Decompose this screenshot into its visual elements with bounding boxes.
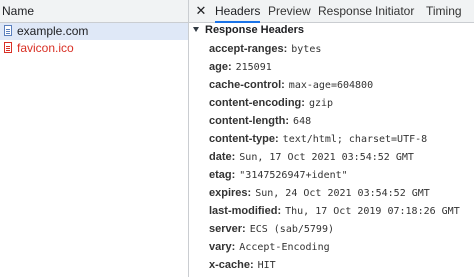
tab-response[interactable]: Response [318, 0, 372, 22]
header-name: content-encoding: [209, 97, 305, 109]
name-column-header[interactable]: Name [0, 0, 188, 23]
header-name: date: [209, 151, 236, 163]
tab-initiator[interactable]: Initiator [375, 0, 414, 22]
header-name: last-modified: [209, 205, 282, 217]
header-name: x-cache: [209, 259, 254, 271]
close-icon[interactable]: ✕ [195, 0, 207, 22]
header-value: text/html; charset=UTF-8 [282, 134, 428, 145]
header-value: gzip [308, 98, 334, 109]
header-row: content-encoding: gzip [209, 96, 333, 110]
header-row: vary: Accept-Encoding [209, 240, 330, 254]
header-row: cache-control: max-age=604800 [209, 78, 373, 92]
request-list-panel: Name example.com favicon.ico [0, 0, 189, 277]
section-title: Response Headers [205, 24, 305, 36]
header-value: 648 [293, 116, 312, 127]
header-row: content-type: text/html; charset=UTF-8 [209, 132, 427, 146]
header-name: cache-control: [209, 79, 285, 91]
tab-timing[interactable]: Timing [426, 0, 462, 22]
header-name: vary: [209, 241, 236, 253]
header-value: max-age=604800 [288, 80, 374, 91]
header-value: "3147526947+ident" [239, 170, 348, 181]
devtools-network-panel: Name example.com favicon.ico ✕ Headers P… [0, 0, 474, 277]
response-headers-section-toggle[interactable]: Response Headers [193, 23, 304, 37]
document-icon [4, 25, 12, 36]
triangle-down-icon [193, 27, 199, 32]
header-value: Thu, 17 Oct 2019 07:18:26 GMT [285, 206, 460, 217]
header-row: last-modified: Thu, 17 Oct 2019 07:18:26 … [209, 204, 460, 218]
request-details-panel: ✕ Headers Preview Response Initiator Tim… [189, 0, 474, 277]
header-value: bytes [291, 44, 322, 55]
tab-preview[interactable]: Preview [268, 0, 311, 22]
header-name: expires: [209, 187, 252, 199]
header-name: etag: [209, 169, 236, 181]
header-value: ECS (sab/5799) [249, 224, 334, 235]
header-value: 215091 [235, 62, 272, 73]
header-name: content-type: [209, 133, 279, 145]
header-value: Sun, 17 Oct 2021 03:54:52 GMT [239, 152, 414, 163]
header-row: expires: Sun, 24 Oct 2021 03:54:52 GMT [209, 186, 430, 200]
header-name: age: [209, 61, 232, 73]
header-name: content-length: [209, 115, 290, 127]
request-row-favicon[interactable]: favicon.ico [0, 40, 188, 57]
header-value: Sun, 24 Oct 2021 03:54:52 GMT [255, 188, 430, 199]
name-column-label: Name [2, 4, 35, 18]
request-name: favicon.ico [17, 41, 74, 55]
header-row: accept-ranges: bytes [209, 42, 321, 56]
tab-headers[interactable]: Headers [215, 0, 261, 23]
header-row: age: 215091 [209, 60, 272, 74]
header-row: x-cache: HIT [209, 258, 276, 272]
request-name: example.com [17, 24, 89, 38]
header-row: date: Sun, 17 Oct 2021 03:54:52 GMT [209, 150, 414, 164]
header-row: server: ECS (sab/5799) [209, 222, 334, 236]
header-name: server: [209, 223, 246, 235]
header-value: HIT [257, 260, 276, 271]
document-icon [4, 42, 12, 53]
details-tabbar: ✕ Headers Preview Response Initiator Tim… [189, 0, 474, 23]
header-name: accept-ranges: [209, 43, 288, 55]
header-value: Accept-Encoding [239, 242, 330, 253]
header-row: content-length: 648 [209, 114, 311, 128]
header-row: etag: "3147526947+ident" [209, 168, 348, 182]
request-row-example-com[interactable]: example.com [0, 23, 188, 40]
